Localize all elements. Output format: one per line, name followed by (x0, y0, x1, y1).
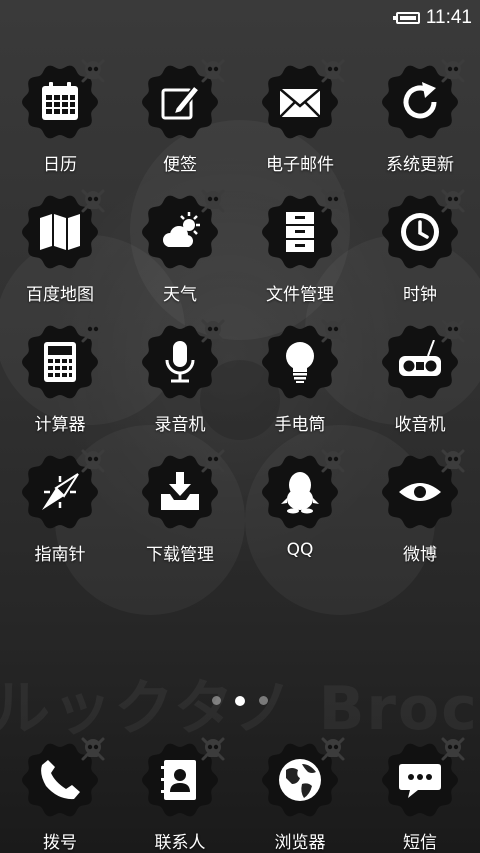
app-label: 浏览器 (274, 833, 326, 853)
skull-badge-icon (81, 59, 105, 83)
app-radio[interactable]: 收音机 (360, 319, 480, 452)
skull-badge-icon (201, 319, 225, 343)
app-label: 下载管理 (146, 545, 214, 565)
clock-icon (401, 213, 439, 251)
app-label: 收音机 (394, 415, 446, 435)
skull-badge-icon (321, 737, 345, 761)
download-tray-icon (161, 472, 199, 510)
envelope-icon (279, 88, 321, 118)
app-label: 文件管理 (266, 285, 334, 305)
app-row: 指南针 下载管理 QQ 微博 (0, 449, 480, 582)
skull-badge-icon (201, 189, 225, 213)
app-grid: 日历 便签 电子邮件 系统更新 百度地图 天气 文件管理 时钟 计算器 录音机 … (0, 59, 480, 582)
app-label: 百度地图 (26, 285, 94, 305)
app-label: 短信 (403, 833, 437, 853)
chat-bubble-icon (399, 764, 441, 798)
skull-badge-icon (81, 449, 105, 473)
skull-badge-icon (201, 737, 225, 761)
app-calendar[interactable]: 日历 (0, 59, 120, 192)
app-dialer[interactable]: 拨号 (0, 737, 120, 853)
app-label: 系统更新 (386, 155, 454, 175)
qq-penguin-icon (281, 472, 319, 514)
skull-badge-icon (81, 737, 105, 761)
dock: 拨号 联系人 浏览器 短信 (0, 737, 480, 853)
page-dot-active[interactable] (235, 696, 245, 706)
file-cabinet-icon (286, 212, 314, 252)
app-file-manager[interactable]: 文件管理 (240, 189, 360, 322)
app-email[interactable]: 电子邮件 (240, 59, 360, 192)
contacts-book-icon (161, 760, 196, 800)
skull-badge-icon (441, 59, 465, 83)
app-browser[interactable]: 浏览器 (240, 737, 360, 853)
note-edit-icon (161, 84, 201, 120)
refresh-icon (403, 82, 437, 119)
skull-badge-icon (201, 59, 225, 83)
skull-badge-icon (441, 319, 465, 343)
skull-badge-icon (81, 189, 105, 213)
app-row: 计算器 录音机 手电筒 收音机 (0, 319, 480, 452)
app-compass[interactable]: 指南针 (0, 449, 120, 582)
calculator-icon (44, 342, 76, 382)
app-recorder[interactable]: 录音机 (120, 319, 240, 452)
app-label: QQ (286, 540, 314, 560)
app-label: 手电筒 (274, 415, 326, 435)
app-label: 时钟 (403, 285, 437, 305)
app-clock[interactable]: 时钟 (360, 189, 480, 322)
app-calculator[interactable]: 计算器 (0, 319, 120, 452)
radio-icon (399, 340, 441, 376)
page-indicator (0, 696, 480, 706)
page-dot[interactable] (212, 696, 221, 705)
battery-icon (392, 12, 420, 24)
app-row: 日历 便签 电子邮件 系统更新 (0, 59, 480, 192)
app-label: 计算器 (34, 415, 86, 435)
skull-badge-icon (321, 319, 345, 343)
phone-icon (41, 760, 80, 800)
app-label: 便签 (163, 155, 197, 175)
app-qq[interactable]: QQ (240, 449, 360, 582)
calendar-icon (42, 82, 78, 120)
app-label: 指南针 (34, 545, 86, 565)
app-baidu-map[interactable]: 百度地图 (0, 189, 120, 322)
app-label: 电子邮件 (266, 155, 334, 175)
skull-badge-icon (321, 59, 345, 83)
app-weibo[interactable]: 微博 (360, 449, 480, 582)
status-bar: 11:41 (0, 0, 480, 36)
app-label: 联系人 (154, 833, 206, 853)
app-row: 百度地图 天气 文件管理 时钟 (0, 189, 480, 322)
app-label: 日历 (43, 155, 77, 175)
skull-badge-icon (441, 189, 465, 213)
status-time: 11:41 (425, 7, 472, 28)
page-dot[interactable] (259, 696, 268, 705)
app-label: 天气 (163, 285, 197, 305)
map-icon (40, 214, 80, 250)
app-contacts[interactable]: 联系人 (120, 737, 240, 853)
app-download-manager[interactable]: 下载管理 (120, 449, 240, 582)
eye-icon (399, 483, 441, 501)
app-system-update[interactable]: 系统更新 (360, 59, 480, 192)
app-flashlight[interactable]: 手电筒 (240, 319, 360, 452)
skull-badge-icon (441, 449, 465, 473)
skull-badge-icon (321, 189, 345, 213)
skull-badge-icon (321, 449, 345, 473)
globe-icon (279, 759, 321, 801)
skull-badge-icon (201, 449, 225, 473)
lightbulb-icon (286, 342, 314, 383)
compass-icon (42, 473, 79, 510)
app-label: 拨号 (43, 833, 77, 853)
app-sms[interactable]: 短信 (360, 737, 480, 853)
app-notes[interactable]: 便签 (120, 59, 240, 192)
app-label: 录音机 (154, 415, 206, 435)
microphone-icon (165, 341, 195, 383)
skull-badge-icon (81, 319, 105, 343)
app-label: 微博 (403, 545, 437, 565)
skull-badge-icon (441, 737, 465, 761)
app-weather[interactable]: 天气 (120, 189, 240, 322)
cloud-sun-icon (163, 212, 200, 247)
